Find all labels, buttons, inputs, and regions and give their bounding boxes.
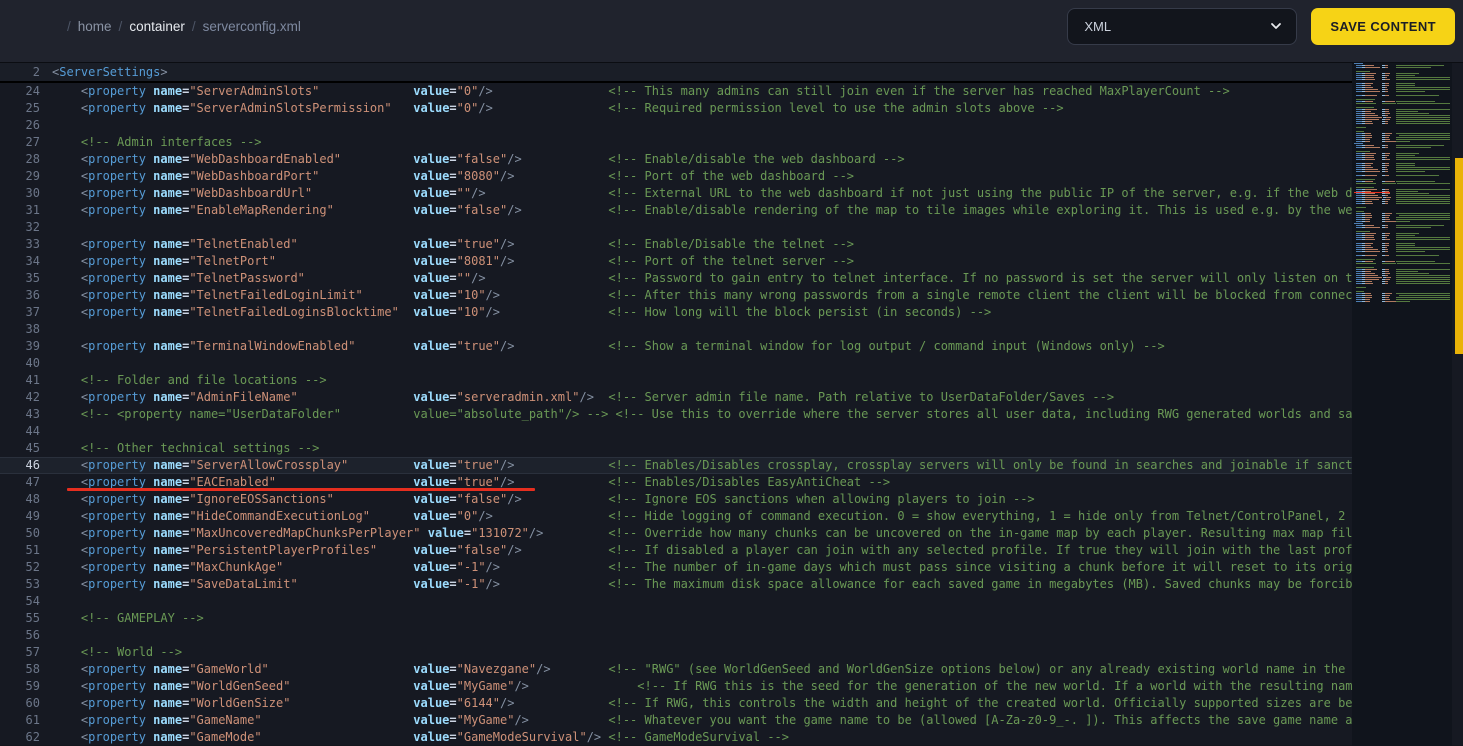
breadcrumb-separator: / [118,18,123,34]
line-number: 52 [25,560,40,574]
code-line-28[interactable]: 28 <property name="WebDashboardEnabled" … [0,151,1352,168]
line-number: 55 [25,611,40,625]
minimap-row [1352,301,1452,303]
sticky-line[interactable]: 2 <ServerSettings> [0,63,1352,83]
code-line-46[interactable]: 46 <property name="ServerAllowCrossplay"… [0,457,1352,474]
line-number: 36 [25,288,40,302]
breadcrumb-separator: / [191,18,196,34]
code-line-31[interactable]: 31 <property name="EnableMapRendering" v… [0,202,1352,219]
line-number: 54 [25,594,40,608]
code-line-54[interactable]: 54 [0,593,1352,610]
line-number: 29 [25,169,40,183]
line-number: 59 [25,679,40,693]
line-number: 31 [25,203,40,217]
code-line-40[interactable]: 40 [0,355,1352,372]
code-line-33[interactable]: 33 <property name="TelnetEnabled" value=… [0,236,1352,253]
code-line-36[interactable]: 36 <property name="TelnetFailedLoginLimi… [0,287,1352,304]
line-number: 39 [25,339,40,353]
code-line-34[interactable]: 34 <property name="TelnetPort" value="80… [0,253,1352,270]
code-line-41[interactable]: 41 <!-- Folder and file locations --> [0,372,1352,389]
line-number: 24 [25,84,40,98]
code-line-42[interactable]: 42 <property name="AdminFileName" value=… [0,389,1352,406]
code-line-26[interactable]: 26 [0,117,1352,134]
breadcrumb-item-container[interactable]: container [129,19,185,34]
minimap[interactable] [1352,63,1452,746]
line-number: 43 [25,407,40,421]
line-number: 51 [25,543,40,557]
line-number: 47 [25,475,40,489]
code-line-32[interactable]: 32 [0,219,1352,236]
code-line-25[interactable]: 25 <property name="ServerAdminSlotsPermi… [0,100,1352,117]
code-line-61[interactable]: 61 <property name="GameName" value="MyGa… [0,712,1352,729]
line-number: 25 [25,101,40,115]
line-number: 26 [25,118,40,132]
code-line-52[interactable]: 52 <property name="MaxChunkAge" value="-… [0,559,1352,576]
line-number: 53 [25,577,40,591]
language-select[interactable]: XML [1067,7,1298,45]
line-number: 49 [25,509,40,523]
save-content-button[interactable]: SAVE CONTENT [1311,7,1455,45]
line-number: 60 [25,696,40,710]
code-line-49[interactable]: 49 <property name="HideCommandExecutionL… [0,508,1352,525]
line-number: 37 [25,305,40,319]
line-number: 46 [25,458,40,472]
code-line-57[interactable]: 57 <!-- World --> [0,644,1352,661]
code-line-27[interactable]: 27 <!-- Admin interfaces --> [0,134,1352,151]
code-line-30[interactable]: 30 <property name="WebDashboardUrl" valu… [0,185,1352,202]
chevron-down-icon [1270,20,1282,32]
line-number: 40 [25,356,40,370]
code-line-55[interactable]: 55 <!-- GAMEPLAY --> [0,610,1352,627]
line-number: 32 [25,220,40,234]
line-number: 34 [25,254,40,268]
code-line-62[interactable]: 62 <property name="GameMode" value="Game… [0,729,1352,746]
code-line-51[interactable]: 51 <property name="PersistentPlayerProfi… [0,542,1352,559]
breadcrumb: / home / container / serverconfig.xml [60,19,301,34]
code-line-43[interactable]: 43 <!-- <property name="UserDataFolder" … [0,406,1352,423]
line-number: 33 [25,237,40,251]
line-number: 28 [25,152,40,166]
line-number: 57 [25,645,40,659]
scrollbar-thumb[interactable] [1455,158,1463,354]
code-line-48[interactable]: 48 <property name="IgnoreEOSSanctions" v… [0,491,1352,508]
code-line-58[interactable]: 58 <property name="GameWorld" value="Nav… [0,661,1352,678]
breadcrumb-item-home[interactable]: home [78,19,112,34]
line-number: 62 [25,730,40,744]
language-select-value: XML [1084,18,1112,34]
code-line-47[interactable]: 47 <property name="EACEnabled" value="tr… [0,474,1352,491]
breadcrumb-separator: / [67,18,71,34]
line-number: 42 [25,390,40,404]
line-number: 44 [25,424,40,438]
code-line-50[interactable]: 50 <property name="MaxUncoveredMapChunks… [0,525,1352,542]
line-number: 41 [25,373,40,387]
line-number: 27 [25,135,40,149]
code-line-39[interactable]: 39 <property name="TerminalWindowEnabled… [0,338,1352,355]
code-line-59[interactable]: 59 <property name="WorldGenSeed" value="… [0,678,1352,695]
line-number: 61 [25,713,40,727]
line-number: 50 [25,526,40,540]
line-number: 48 [25,492,40,506]
line-number: 56 [25,628,40,642]
line-number: 35 [25,271,40,285]
line-number: 45 [25,441,40,455]
breadcrumb-item-filename: serverconfig.xml [202,18,301,34]
top-bar: / home / container / serverconfig.xml XML SAV… [0,0,1463,62]
code-area[interactable]: 24 <property name="ServerAdminSlots" val… [0,83,1352,746]
code-line-37[interactable]: 37 <property name="TelnetFailedLoginsBlo… [0,304,1352,321]
line-number: 30 [25,186,40,200]
line-number: 38 [25,322,40,336]
code-line-56[interactable]: 56 [0,627,1352,644]
code-line-44[interactable]: 44 [0,423,1352,440]
code-line-35[interactable]: 35 <property name="TelnetPassword" value… [0,270,1352,287]
code-line-29[interactable]: 29 <property name="WebDashboardPort" val… [0,168,1352,185]
code-line-53[interactable]: 53 <property name="SaveDataLimit" value=… [0,576,1352,593]
code-line-45[interactable]: 45 <!-- Other technical settings --> [0,440,1352,457]
code-line-24[interactable]: 24 <property name="ServerAdminSlots" val… [0,83,1352,100]
code-editor[interactable]: 2 <ServerSettings> 24 <property name="Ser… [0,62,1463,746]
line-number: 58 [25,662,40,676]
code-line-38[interactable]: 38 [0,321,1352,338]
code-line-60[interactable]: 60 <property name="WorldGenSize" value="… [0,695,1352,712]
